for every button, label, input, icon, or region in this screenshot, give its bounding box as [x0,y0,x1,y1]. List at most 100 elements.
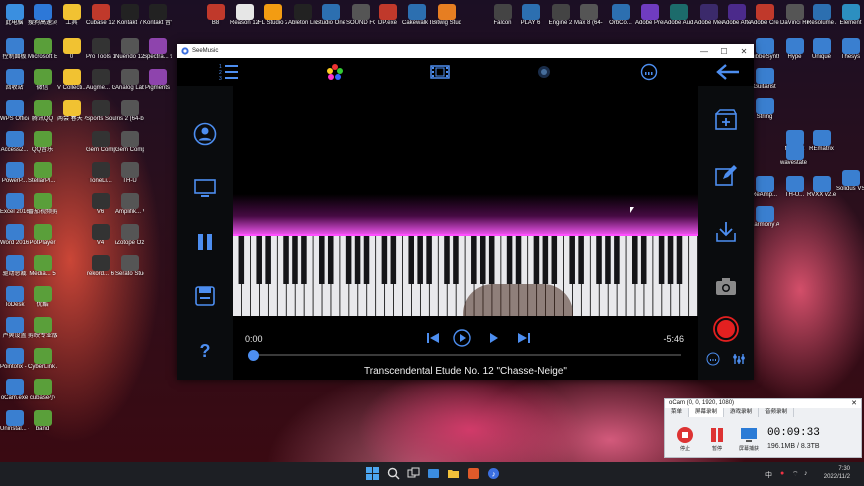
desktop-icon[interactable]: Element [836,4,864,27]
black-key[interactable] [533,234,540,284]
maximize-button[interactable]: ☐ [714,47,734,56]
black-key[interactable] [676,234,683,284]
particles-effect-icon[interactable] [534,63,554,81]
taskbar-clock[interactable]: 7:30 2022/11/2 [824,465,850,481]
desktop-icon[interactable]: Adobe After... [722,4,751,27]
desktop-icon[interactable]: 腾讯QQ [28,100,57,123]
black-key[interactable] [238,234,245,284]
desktop-icon[interactable]: B8 [201,4,230,27]
black-key[interactable] [578,234,584,284]
black-key[interactable] [301,234,307,284]
desktop-icon[interactable]: Augme... GRAND... [86,69,115,92]
play-button[interactable] [453,329,471,347]
desktop-icon[interactable]: Amplifik... VVV [115,193,144,216]
desktop-icon[interactable]: Sports Sounds ... [86,100,115,123]
desktop-icon[interactable]: Kontakt 音色库名 [143,4,172,27]
previous-track-icon[interactable] [426,330,440,346]
download-icon[interactable] [714,220,738,244]
black-key[interactable] [381,234,388,284]
desktop-icon[interactable]: wavestate native [780,144,809,167]
step-forward-icon[interactable] [487,330,501,346]
black-key[interactable] [453,234,459,284]
file-explorer-icon[interactable] [447,467,460,480]
desktop-icon[interactable]: 搜狗高速浏览器 [28,4,57,27]
ocam-close-button[interactable]: ✕ [851,399,857,408]
ocam-capture-button[interactable]: 屏幕捕获 [737,426,761,452]
desktop-icon[interactable]: band [28,410,57,433]
desktop-icon[interactable]: Analog Lab V [115,69,144,92]
equalizer-icon[interactable] [732,352,746,366]
record-button[interactable] [713,316,739,342]
desktop-icon[interactable]: 驱动总裁 [0,255,29,278]
color-palette-icon[interactable] [325,63,345,81]
window-titlebar[interactable]: SeeMusic — ☐ ✕ [177,44,754,58]
black-key[interactable] [319,234,325,284]
desktop-icon[interactable]: ToDesk [0,286,29,309]
desktop-icon[interactable]: Iris 2 (64-bit) [115,100,144,123]
ime-indicator[interactable]: 中 [765,470,772,480]
desktop-icon[interactable]: V6 [86,193,115,216]
black-key[interactable] [569,234,575,284]
desktop-icon[interactable]: cubase小 [28,379,57,402]
desktop-icon[interactable]: StellarPl... - 快捷方式 [28,162,57,185]
next-track-icon[interactable] [517,330,531,346]
desktop-icon[interactable]: RVXX v2.exe [807,176,836,199]
ocam-stop-button[interactable]: 停止 [673,426,697,452]
search-icon[interactable] [387,467,400,480]
desktop-icon[interactable]: OrbCo... [606,4,635,27]
desktop-icon[interactable]: PLAY 6 [516,4,545,27]
desktop-icon[interactable]: Adobe Auditi... [664,4,693,27]
help-icon[interactable]: ? [193,338,217,362]
desktop-icon[interactable]: Max 8 (64-bit) [574,4,603,27]
black-key[interactable] [292,234,298,284]
menu-list-icon[interactable]: 123 [219,63,239,81]
video-film-icon[interactable] [430,63,450,81]
desktop-icon[interactable]: WPS Office [0,100,29,123]
desktop-icon[interactable]: Thesys [836,38,864,61]
close-button[interactable]: ✕ [734,47,754,56]
desktop-icon[interactable]: Pigments [143,69,172,92]
desktop-icon[interactable]: Excel 2016 [0,193,29,216]
black-key[interactable] [417,234,423,284]
desktop-icon[interactable]: Nuendo 12 [115,38,144,61]
black-key[interactable] [479,234,486,284]
desktop-icon[interactable]: Guitarist [750,68,779,91]
black-key[interactable] [667,234,674,284]
black-key[interactable] [658,234,665,284]
desktop-icon[interactable]: RibbeSynth [750,38,779,61]
ocam-tab-game[interactable]: 游戏录制 [724,408,760,417]
black-key[interactable] [327,234,334,284]
black-key[interactable] [444,234,450,284]
black-key[interactable] [515,234,522,284]
desktop-icon[interactable]: Harmony Assista... [750,206,779,229]
black-key[interactable] [265,234,271,284]
desktop-icon[interactable]: 控制面板 [0,38,29,61]
black-key[interactable] [471,234,477,284]
desktop-icon[interactable]: REmatrix [807,130,836,153]
desktop-icon[interactable]: 此电脑 [0,4,29,27]
desktop-icon[interactable]: 微信 [28,69,57,92]
desktop-icon[interactable]: rekord... 6 [86,255,115,278]
desktop-icon[interactable]: 芦爽设置 [0,317,29,340]
desktop-icon[interactable]: DP.exe [373,4,402,27]
desktop-icon[interactable]: 剪映专业版 [28,317,57,340]
white-key[interactable] [689,234,698,316]
desktop-icon[interactable]: Adobe Media... [694,4,723,27]
desktop-icon[interactable]: QQ音乐 [28,131,57,154]
desktop-icon[interactable]: Microsoft Edge [28,38,57,61]
taskbar-app-icon[interactable] [467,467,480,480]
black-key[interactable] [596,234,602,284]
black-key[interactable] [363,234,370,284]
black-key[interactable] [354,234,361,284]
desktop-icon[interactable]: Serato Studio [115,255,144,278]
black-key[interactable] [542,234,549,284]
desktop-icon[interactable]: 回收站 [0,69,29,92]
camera-icon[interactable] [714,274,738,298]
ocam-pause-button[interactable]: 暂停 [705,426,729,452]
desktop-icon[interactable]: Pro Tools 12 [86,38,115,61]
desktop-icon[interactable]: Word 2016 [0,224,29,247]
desktop-icon[interactable]: Reason 12 [230,4,259,27]
desktop-icon[interactable]: iZotope Ozone 9 [115,224,144,247]
desktop-icon[interactable]: Hype [780,38,809,61]
desktop-icon[interactable]: Engine 2 [546,4,575,27]
